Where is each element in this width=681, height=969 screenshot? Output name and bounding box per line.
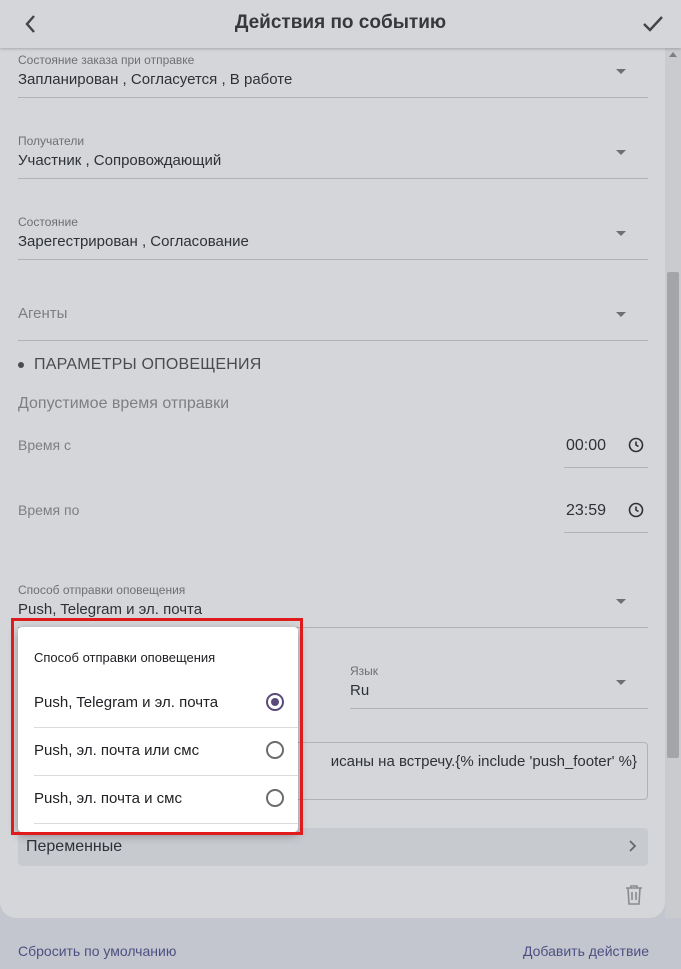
option-push-email-or-sms[interactable]: Push, эл. почта или смс [34,728,284,776]
radio-unselected-icon[interactable] [266,741,284,759]
option-label: Push, эл. почта и смс [34,790,182,807]
option-label: Push, эл. почта или смс [34,742,200,759]
option-label: Push, Telegram и эл. почта [34,694,219,711]
option-push-telegram-email[interactable]: Push, Telegram и эл. почта [34,680,284,728]
radio-unselected-icon[interactable] [266,789,284,807]
dropdown-title: Способ отправки оповещения [34,650,216,665]
send-method-dropdown: Способ отправки оповещения Push, Telegra… [18,627,298,832]
radio-selected-icon[interactable] [266,693,284,711]
divider [34,823,298,824]
option-push-email-and-sms[interactable]: Push, эл. почта и смс [34,776,284,824]
